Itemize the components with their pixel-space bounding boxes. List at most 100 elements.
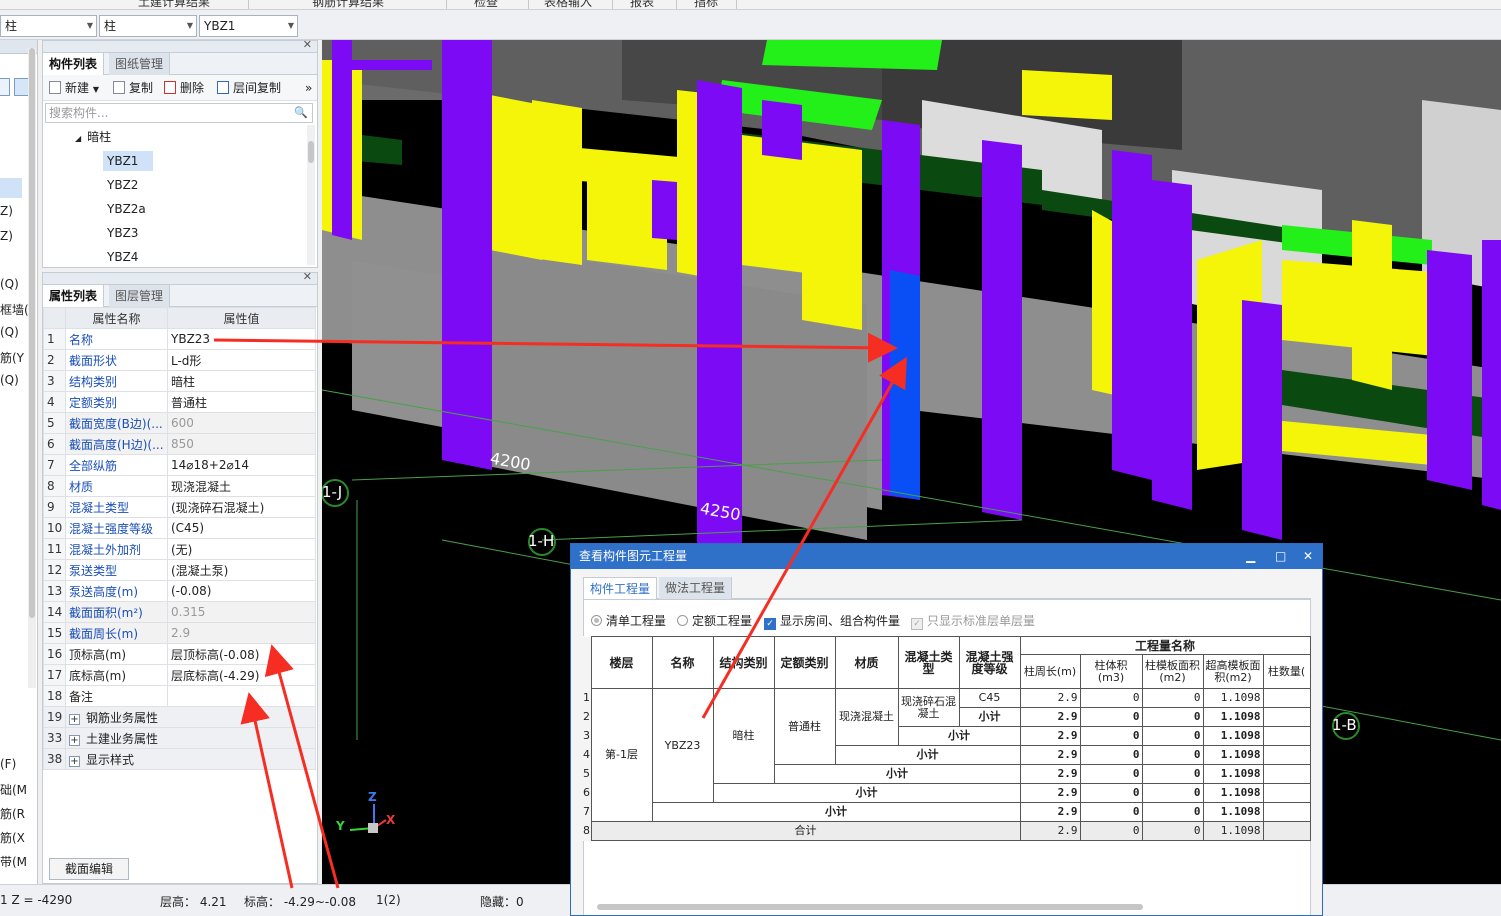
checkbox-only-std[interactable]: ✓ 只显示标准层单层量 (911, 612, 1035, 630)
tree-group-anzhu[interactable]: ◢ 暗柱 (71, 127, 115, 147)
selected-nav-item[interactable] (0, 178, 22, 198)
property-row[interactable]: 13 泵送高度(m) (-0.08) (43, 580, 316, 602)
expand-plus-icon[interactable]: + (69, 713, 80, 725)
property-value[interactable]: 2.9 (167, 622, 316, 644)
property-value[interactable]: 850 (167, 433, 316, 455)
tab-drawing-manager[interactable]: 图纸管理 (109, 53, 171, 75)
nav-item[interactable]: 筋(Y (0, 349, 24, 366)
close-icon[interactable]: ✕ (303, 270, 312, 283)
tree-item-ybz3[interactable]: YBZ3 (103, 223, 142, 243)
menu-check[interactable]: 检查 (474, 0, 498, 9)
strip-scrollbar[interactable] (28, 48, 36, 688)
property-value[interactable]: 暗柱 (167, 370, 316, 392)
tree-item-ybz1[interactable]: YBZ1 (103, 151, 153, 171)
minimize-icon[interactable]: ▁ (1246, 544, 1255, 569)
property-row[interactable]: 18 备注 (43, 685, 316, 707)
element-type-combo[interactable]: 柱 ▼ (99, 15, 197, 37)
nav-item[interactable]: 筋(R (0, 805, 25, 822)
close-icon[interactable]: ✕ (303, 38, 312, 51)
cell-high-formwork: 1.1098 (1202, 802, 1264, 822)
close-icon[interactable]: ✕ (1303, 544, 1313, 569)
maximize-icon[interactable]: □ (1275, 544, 1286, 569)
property-row[interactable]: 4 定额类别 普通柱 (43, 391, 316, 413)
nav-item[interactable]: (F) (0, 757, 16, 771)
menu-index[interactable]: 指标 (694, 0, 718, 9)
property-row[interactable]: 6 截面高度(H边)(... 850 (43, 433, 316, 455)
element-name-combo[interactable]: YBZ1 ▼ (199, 15, 298, 37)
property-row[interactable]: 5 截面宽度(B边)(... 600 (43, 412, 316, 434)
property-value[interactable]: 0.315 (167, 601, 316, 623)
cell-subtotal: 小计 (897, 726, 1021, 746)
property-value[interactable]: (现浇碎石混凝土) (167, 496, 316, 518)
property-row[interactable]: 17 底标高(m) 层底标高(-4.29) (43, 664, 316, 686)
section-edit-button[interactable]: 截面编辑 (49, 858, 129, 880)
nav-item[interactable]: 筋(X (0, 829, 25, 846)
nav-item[interactable]: 础(M (0, 781, 27, 798)
tree-item-ybz2a[interactable]: YBZ2a (103, 199, 150, 219)
property-value[interactable]: 层顶标高(-0.08) (167, 643, 316, 665)
property-value[interactable]: 层底标高(-4.29) (167, 664, 316, 686)
tab-layer-manager[interactable]: 图层管理 (109, 285, 171, 307)
property-row[interactable]: 3 结构类别 暗柱 (43, 370, 316, 392)
property-row[interactable]: 12 泵送类型 (混凝土泵) (43, 559, 316, 581)
property-row[interactable]: 9 混凝土类型 (现浇碎石混凝土) (43, 496, 316, 518)
tab-component-list[interactable]: 构件列表 (43, 53, 105, 75)
copy-button[interactable]: 复制 (113, 79, 153, 97)
radio-de[interactable]: 定额工程量 (677, 612, 752, 629)
property-row[interactable]: 1 名称 YBZ23 (43, 328, 316, 350)
nav-item[interactable]: (Q) (0, 277, 19, 291)
radio-qd[interactable]: 清单工程量 (591, 612, 666, 629)
floor-copy-button[interactable]: 层间复制 (217, 79, 281, 97)
component-search[interactable]: 搜索构件... 🔍 (45, 103, 313, 123)
property-row[interactable]: 8 材质 现浇混凝土 (43, 475, 316, 497)
delete-button[interactable]: 删除 (164, 79, 204, 97)
property-row[interactable]: 16 顶标高(m) 层顶标高(-0.08) (43, 643, 316, 665)
tree-item-ybz2[interactable]: YBZ2 (103, 175, 142, 195)
menu-civil-results[interactable]: 土建计算结果 (138, 0, 210, 9)
property-row[interactable]: 19 + 钢筋业务属性 (43, 706, 316, 728)
table-horizontal-scrollbar[interactable] (589, 902, 1309, 912)
tree-item-ybz4[interactable]: YBZ4 (103, 247, 142, 267)
menu-report[interactable]: 报表 (630, 0, 654, 9)
nav-item[interactable]: Z) (0, 229, 13, 243)
property-row[interactable]: 15 截面周长(m) 2.9 (43, 622, 316, 644)
more-button[interactable]: » (305, 79, 312, 97)
checkbox-show-room[interactable]: ✓ 显示房间、组合构件量 (764, 612, 900, 630)
expand-plus-icon[interactable]: + (69, 755, 80, 767)
property-row[interactable]: 2 截面形状 L-d形 (43, 349, 316, 371)
search-icon[interactable]: 🔍 (294, 104, 308, 122)
tab-property-list[interactable]: 属性列表 (43, 285, 105, 307)
property-value[interactable]: 600 (167, 412, 316, 434)
nav-item[interactable]: Z) (0, 204, 13, 218)
tab-component-quantity[interactable]: 构件工程量 (583, 577, 658, 599)
property-value[interactable]: YBZ23 (167, 328, 316, 350)
menu-rebar-results[interactable]: 钢筋计算结果 (312, 0, 384, 9)
property-value[interactable]: 现浇混凝土 (167, 475, 316, 497)
nav-item[interactable]: (Q) (0, 373, 19, 387)
property-value[interactable]: (-0.08) (167, 580, 316, 602)
nav-item[interactable]: 带(M (0, 853, 27, 870)
tree-scrollbar[interactable] (307, 125, 315, 265)
tab-method-quantity[interactable]: 做法工程量 (659, 577, 733, 599)
collapse-triangle-icon[interactable]: ◢ (75, 134, 81, 143)
property-value[interactable]: 14⌀18+2⌀14 (167, 454, 316, 476)
property-value[interactable]: (无) (167, 538, 316, 560)
new-button[interactable]: 新建 ▼ (49, 79, 99, 97)
property-row[interactable]: 10 混凝土强度等级 (C45) (43, 517, 316, 539)
expand-plus-icon[interactable]: + (69, 734, 80, 746)
nav-item[interactable]: 框墙( (0, 301, 29, 318)
property-row[interactable]: 7 全部纵筋 14⌀18+2⌀14 (43, 454, 316, 476)
property-row[interactable]: 11 混凝土外加剂 (无) (43, 538, 316, 560)
tree-view-icon[interactable] (0, 78, 10, 96)
floor-type-combo[interactable]: 柱 ▼ (0, 15, 97, 37)
property-value[interactable] (167, 685, 316, 707)
property-row[interactable]: 14 截面面积(m²) 0.315 (43, 601, 316, 623)
property-value[interactable]: 普通柱 (167, 391, 316, 413)
nav-item[interactable]: (Q) (0, 325, 19, 339)
property-value[interactable]: L-d形 (167, 349, 316, 371)
property-row[interactable]: 38 + 显示样式 (43, 748, 316, 770)
property-value[interactable]: (C45) (167, 517, 316, 539)
property-value[interactable]: (混凝土泵) (167, 559, 316, 581)
menu-table-input[interactable]: 表格输入 (544, 0, 592, 9)
property-row[interactable]: 33 + 土建业务属性 (43, 727, 316, 749)
